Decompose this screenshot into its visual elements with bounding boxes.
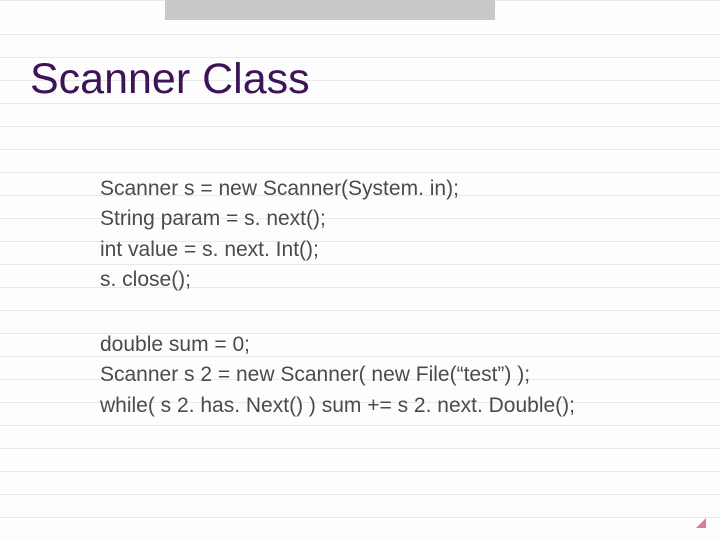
- code-line: while( s 2. has. Next() ) sum += s 2. ne…: [100, 391, 650, 421]
- code-line: String param = s. next();: [100, 204, 650, 234]
- code-block-2: double sum = 0; Scanner s 2 = new Scanne…: [100, 330, 650, 421]
- code-line: Scanner s = new Scanner(System. in);: [100, 174, 650, 204]
- code-line: int value = s. next. Int();: [100, 235, 650, 265]
- code-block-1: Scanner s = new Scanner(System. in); Str…: [100, 174, 650, 296]
- code-line: s. close();: [100, 265, 650, 295]
- corner-accent-icon: [690, 512, 706, 528]
- slide-content: Scanner Class Scanner s = new Scanner(Sy…: [0, 0, 720, 540]
- spacer: [30, 296, 690, 330]
- code-line: Scanner s 2 = new Scanner( new File(“tes…: [100, 360, 650, 390]
- slide-title: Scanner Class: [30, 55, 690, 104]
- code-line: double sum = 0;: [100, 330, 650, 360]
